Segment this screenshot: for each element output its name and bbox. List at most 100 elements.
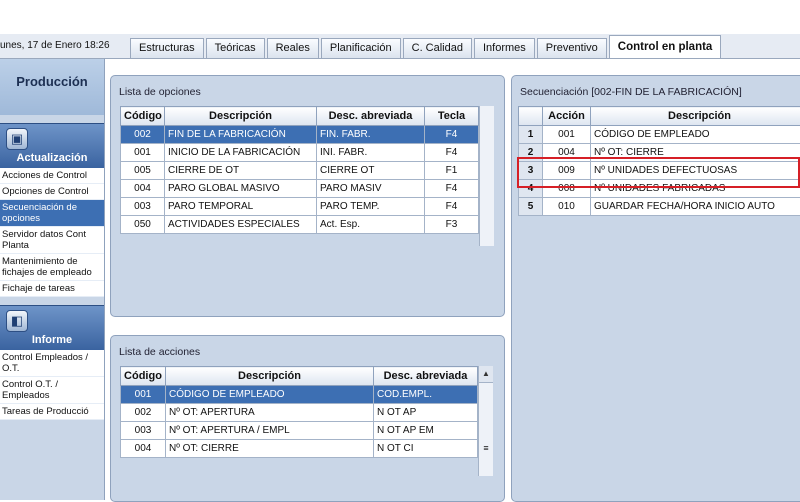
table-row[interactable]: 003Nº OT: APERTURA / EMPLN OT AP EM <box>121 422 478 440</box>
table-cell: 003 <box>121 198 165 216</box>
table-row[interactable]: 004PARO GLOBAL MASIVOPARO MASIVF4 <box>121 180 479 198</box>
column-header[interactable]: Desc. abreviada <box>317 107 425 126</box>
scroll-grip-icon[interactable]: ≡ <box>479 443 493 453</box>
table-cell: F4 <box>425 126 479 144</box>
table-cell: 050 <box>121 216 165 234</box>
column-header[interactable]: Descripción <box>165 107 317 126</box>
table-cell: CIERRE DE OT <box>165 162 317 180</box>
scroll-up-icon[interactable]: ▲ <box>479 366 493 383</box>
sidebar-section-informe[interactable]: ◧ Informe <box>0 305 104 350</box>
sidebar-section-label: Actualización <box>0 152 104 164</box>
column-header[interactable]: Desc. abreviada <box>374 367 478 386</box>
sidebar-item[interactable]: Secuenciación de opciones <box>0 200 104 227</box>
table-cell: 001 <box>543 126 591 144</box>
sidebar-item[interactable]: Acciones de Control <box>0 168 104 184</box>
column-header[interactable]: Tecla <box>425 107 479 126</box>
table-row[interactable]: 005CIERRE DE OTCIERRE OTF1 <box>121 162 479 180</box>
table-cell: N OT AP <box>374 404 478 422</box>
table-row[interactable]: 004Nº OT: CIERREN OT CI <box>121 440 478 458</box>
table-cell: CIERRE OT <box>317 162 425 180</box>
table-cell: 5 <box>519 198 543 216</box>
column-header[interactable]: Código <box>121 367 166 386</box>
table-cell: Nº OT: CIERRE <box>166 440 374 458</box>
acciones-title: Lista de acciones <box>119 346 200 358</box>
tab-6[interactable]: Preventivo <box>537 38 607 58</box>
column-header[interactable]: Código <box>121 107 165 126</box>
sidebar-section-label: Informe <box>0 334 104 346</box>
table-cell: 010 <box>543 198 591 216</box>
table-cell: F1 <box>425 162 479 180</box>
sidebar-actualizacion-list: Acciones de ControlOpciones de ControlSe… <box>0 168 104 297</box>
table-row[interactable]: 003PARO TEMPORALPARO TEMP.F4 <box>121 198 479 216</box>
table-row[interactable]: 050ACTIVIDADES ESPECIALESAct. Esp.F3 <box>121 216 479 234</box>
sidebar-item[interactable]: Control O.T. / Empleados <box>0 377 104 404</box>
tab-4[interactable]: C. Calidad <box>403 38 472 58</box>
tab-7[interactable]: Control en planta <box>609 35 722 58</box>
column-header[interactable]: Descripción <box>166 367 374 386</box>
sidebar-item[interactable]: Fichaje de tareas <box>0 281 104 297</box>
opciones-scrollbar[interactable] <box>479 106 494 246</box>
table-cell: F4 <box>425 144 479 162</box>
column-header[interactable]: Descripción <box>591 107 800 126</box>
table-cell: PARO MASIV <box>317 180 425 198</box>
tab-3[interactable]: Planificación <box>321 38 401 58</box>
table-cell: ACTIVIDADES ESPECIALES <box>165 216 317 234</box>
report-icon: ◧ <box>6 310 28 332</box>
table-cell: INI. FABR. <box>317 144 425 162</box>
module-tabs: EstructurasTeóricasRealesPlanificaciónC.… <box>130 38 723 59</box>
secuencia-title: Secuenciación [002-FIN DE LA FABRICACIÓN… <box>520 86 742 98</box>
table-cell: 001 <box>121 386 166 404</box>
table-cell: PARO GLOBAL MASIVO <box>165 180 317 198</box>
table-cell: 001 <box>121 144 165 162</box>
table-cell: COD.EMPL. <box>374 386 478 404</box>
table-row[interactable]: 1001CÓDIGO DE EMPLEADO <box>519 126 800 144</box>
opciones-table: CódigoDescripciónDesc. abreviadaTecla 00… <box>120 106 479 234</box>
datetime-label: unes, 17 de Enero 18:26 <box>0 38 126 54</box>
sidebar-item[interactable]: Tareas de Producció <box>0 404 104 420</box>
table-cell: 003 <box>121 422 166 440</box>
column-header[interactable] <box>519 107 543 126</box>
opciones-title: Lista de opciones <box>119 86 201 98</box>
table-cell: Nº OT: APERTURA <box>166 404 374 422</box>
table-row[interactable]: 002Nº OT: APERTURAN OT AP <box>121 404 478 422</box>
sidebar-item[interactable]: Mantenimiento de fichajes de empleado <box>0 254 104 281</box>
table-cell: 1 <box>519 126 543 144</box>
tab-5[interactable]: Informes <box>474 38 535 58</box>
table-cell: CÓDIGO DE EMPLEADO <box>166 386 374 404</box>
table-cell: 002 <box>121 404 166 422</box>
table-cell: GUARDAR FECHA/HORA INICIO AUTO <box>591 198 800 216</box>
table-cell: F4 <box>425 198 479 216</box>
sidebar-item[interactable]: Opciones de Control <box>0 184 104 200</box>
sidebar-item[interactable]: Control Empleados / O.T. <box>0 350 104 377</box>
acciones-table: CódigoDescripciónDesc. abreviada 001CÓDI… <box>120 366 478 458</box>
sidebar-item[interactable]: Servidor datos Cont Planta <box>0 227 104 254</box>
table-cell: FIN DE LA FABRICACIÓN <box>165 126 317 144</box>
table-cell: 004 <box>121 180 165 198</box>
table-cell: PARO TEMPORAL <box>165 198 317 216</box>
table-cell: Nº OT: APERTURA / EMPL <box>166 422 374 440</box>
table-cell: 005 <box>121 162 165 180</box>
table-cell: PARO TEMP. <box>317 198 425 216</box>
sidebar-title: Producción <box>0 59 104 115</box>
table-cell: INICIO DE LA FABRICACIÓN <box>165 144 317 162</box>
table-row[interactable]: 001CÓDIGO DE EMPLEADOCOD.EMPL. <box>121 386 478 404</box>
acciones-scrollbar[interactable]: ▲ ≡ <box>478 366 493 476</box>
table-row[interactable]: 002FIN DE LA FABRICACIÓNFIN. FABR.F4 <box>121 126 479 144</box>
tab-0[interactable]: Estructuras <box>130 38 204 58</box>
sidebar-section-actualizacion[interactable]: ▣ Actualización <box>0 123 104 168</box>
table-row[interactable]: 001INICIO DE LA FABRICACIÓNINI. FABR.F4 <box>121 144 479 162</box>
save-disk-icon: ▣ <box>6 128 28 150</box>
table-cell: 004 <box>121 440 166 458</box>
table-cell: 002 <box>121 126 165 144</box>
tab-2[interactable]: Reales <box>267 38 319 58</box>
table-cell: N OT CI <box>374 440 478 458</box>
table-cell: N OT AP EM <box>374 422 478 440</box>
tab-1[interactable]: Teóricas <box>206 38 265 58</box>
table-cell: CÓDIGO DE EMPLEADO <box>591 126 800 144</box>
table-cell: F3 <box>425 216 479 234</box>
sidebar: Producción ▣ Actualización Acciones de C… <box>0 59 105 500</box>
sidebar-informe-list: Control Empleados / O.T.Control O.T. / E… <box>0 350 104 420</box>
table-row[interactable]: 5010GUARDAR FECHA/HORA INICIO AUTO <box>519 198 800 216</box>
column-header[interactable]: Acción <box>543 107 591 126</box>
highlight-box <box>517 157 800 188</box>
